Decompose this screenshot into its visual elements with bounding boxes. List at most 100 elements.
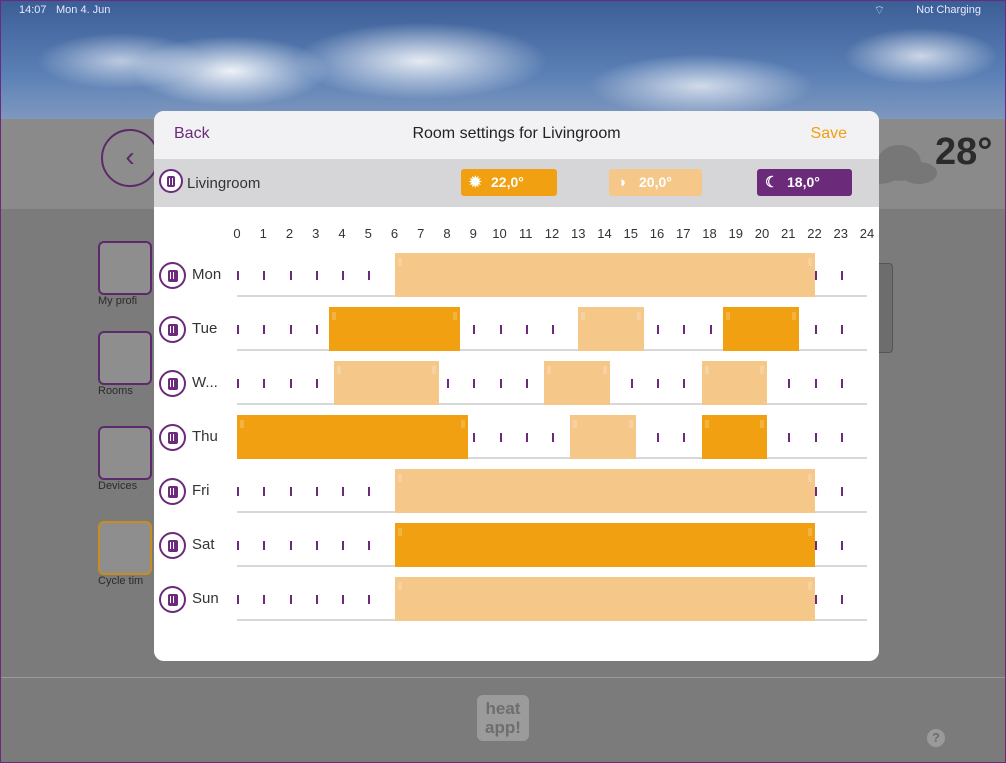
schedule-row: Mon	[154, 251, 879, 305]
drag-handle-end[interactable]	[760, 366, 765, 374]
eco-period-block[interactable]	[394, 253, 815, 297]
background-back-button[interactable]: ‹	[101, 129, 159, 187]
eco-period-block[interactable]	[394, 469, 815, 513]
drag-handle-end[interactable]	[602, 366, 607, 374]
day-label: W...	[192, 374, 218, 391]
drag-handle-start[interactable]	[240, 420, 244, 428]
comfort-period-block[interactable]	[328, 307, 461, 351]
night-temperature-button[interactable]: ☾ 18,0°	[757, 169, 852, 196]
hour-tick	[473, 433, 476, 442]
eco-temperature-button[interactable]: ◑ 20,0°	[609, 169, 702, 196]
drag-handle-start[interactable]	[704, 366, 709, 374]
day-timeline[interactable]	[237, 413, 867, 459]
hour-label: 7	[417, 226, 425, 241]
schedule-row: Fri	[154, 467, 879, 521]
hour-label: 8	[443, 226, 451, 241]
drag-handle-end[interactable]	[461, 420, 465, 428]
radiator-icon[interactable]	[159, 532, 186, 559]
drag-handle-end[interactable]	[807, 582, 812, 590]
hour-tick	[237, 379, 239, 388]
drag-handle-end[interactable]	[807, 258, 812, 266]
night-temperature-value: 18,0°	[787, 174, 820, 190]
hour-tick	[499, 379, 502, 388]
divider	[1, 677, 1005, 678]
radiator-icon[interactable]	[159, 586, 186, 613]
eco-period-block[interactable]	[570, 415, 636, 459]
comfort-period-block[interactable]	[394, 523, 815, 567]
help-icon[interactable]: ?	[927, 729, 945, 747]
eco-period-block[interactable]	[578, 307, 644, 351]
eco-period-block[interactable]	[394, 577, 815, 621]
day-label: Sun	[192, 590, 219, 607]
drag-handle-start[interactable]	[573, 420, 578, 428]
hour-tick	[840, 433, 843, 442]
hour-tick	[315, 595, 318, 604]
hour-label: 1	[259, 226, 267, 241]
hour-tick	[840, 271, 843, 280]
sidebar-item-profile[interactable]: My profi	[98, 241, 158, 307]
hour-tick	[342, 541, 344, 550]
hour-tick	[263, 595, 266, 604]
day-timeline[interactable]	[237, 575, 867, 621]
hour-tick	[237, 541, 239, 550]
eco-period-block[interactable]	[334, 361, 440, 405]
hour-tick	[289, 487, 292, 496]
drag-handle-start[interactable]	[581, 312, 586, 320]
schedule-row: W...	[154, 359, 879, 413]
radiator-icon[interactable]	[159, 262, 186, 289]
drag-handle-start[interactable]	[331, 312, 336, 320]
hour-tick	[840, 379, 843, 388]
sidebar-item-cycle-times[interactable]: Cycle tim	[98, 521, 158, 587]
hour-label: 13	[571, 226, 586, 241]
comfort-period-block[interactable]	[722, 307, 799, 351]
radiator-icon[interactable]	[159, 478, 186, 505]
drag-handle-end[interactable]	[807, 474, 812, 482]
hour-label: 20	[754, 226, 770, 241]
drag-handle-end[interactable]	[807, 528, 812, 536]
drag-handle-end[interactable]	[432, 366, 437, 374]
day-timeline[interactable]	[237, 521, 867, 567]
hour-label: 11	[519, 226, 533, 241]
schedule-row: Sat	[154, 521, 879, 575]
comfort-period-block[interactable]	[237, 415, 468, 459]
hour-tick	[368, 271, 371, 280]
day-timeline[interactable]	[237, 251, 867, 297]
hour-label: 10	[492, 226, 507, 241]
day-label: Fri	[192, 482, 210, 499]
drag-handle-end[interactable]	[636, 312, 641, 320]
drag-handle-end[interactable]	[760, 420, 765, 428]
drag-handle-start[interactable]	[337, 366, 342, 374]
radiator-icon[interactable]	[159, 424, 186, 451]
comfort-period-block[interactable]	[701, 415, 768, 459]
day-timeline[interactable]	[237, 305, 867, 351]
comfort-temperature-button[interactable]: ✹ 22,0°	[461, 169, 557, 196]
radiator-icon[interactable]	[159, 370, 186, 397]
status-bar: 14:07 Mon 4. Jun ⌔ Not Charging	[1, 1, 1005, 21]
drag-handle-start[interactable]	[397, 528, 402, 536]
hour-tick	[552, 325, 554, 334]
hour-label: 18	[702, 226, 717, 241]
radiator-icon[interactable]	[159, 316, 186, 343]
save-button[interactable]: Save	[811, 125, 847, 143]
day-timeline[interactable]	[237, 467, 867, 513]
hour-tick	[709, 325, 712, 334]
dialog-header: Back Room settings for Livingroom Save	[154, 111, 879, 160]
drag-handle-start[interactable]	[397, 474, 402, 482]
sidebar-item-label: Devices	[98, 480, 138, 492]
drag-handle-start[interactable]	[547, 366, 552, 374]
drag-handle-start[interactable]	[704, 420, 709, 428]
drag-handle-start[interactable]	[397, 582, 402, 590]
sidebar-item-devices[interactable]: Devices	[98, 426, 158, 492]
eco-period-block[interactable]	[701, 361, 768, 405]
hour-label: 16	[649, 226, 665, 241]
hour-tick	[525, 325, 528, 334]
eco-period-block[interactable]	[544, 361, 610, 405]
day-timeline[interactable]	[237, 359, 867, 405]
drag-handle-end[interactable]	[453, 312, 458, 320]
drag-handle-start[interactable]	[397, 258, 402, 266]
drag-handle-start[interactable]	[725, 312, 730, 320]
drag-handle-end[interactable]	[629, 420, 633, 428]
drag-handle-end[interactable]	[791, 312, 796, 320]
hour-label: 3	[312, 226, 320, 241]
sidebar-item-rooms[interactable]: Rooms	[98, 331, 158, 397]
